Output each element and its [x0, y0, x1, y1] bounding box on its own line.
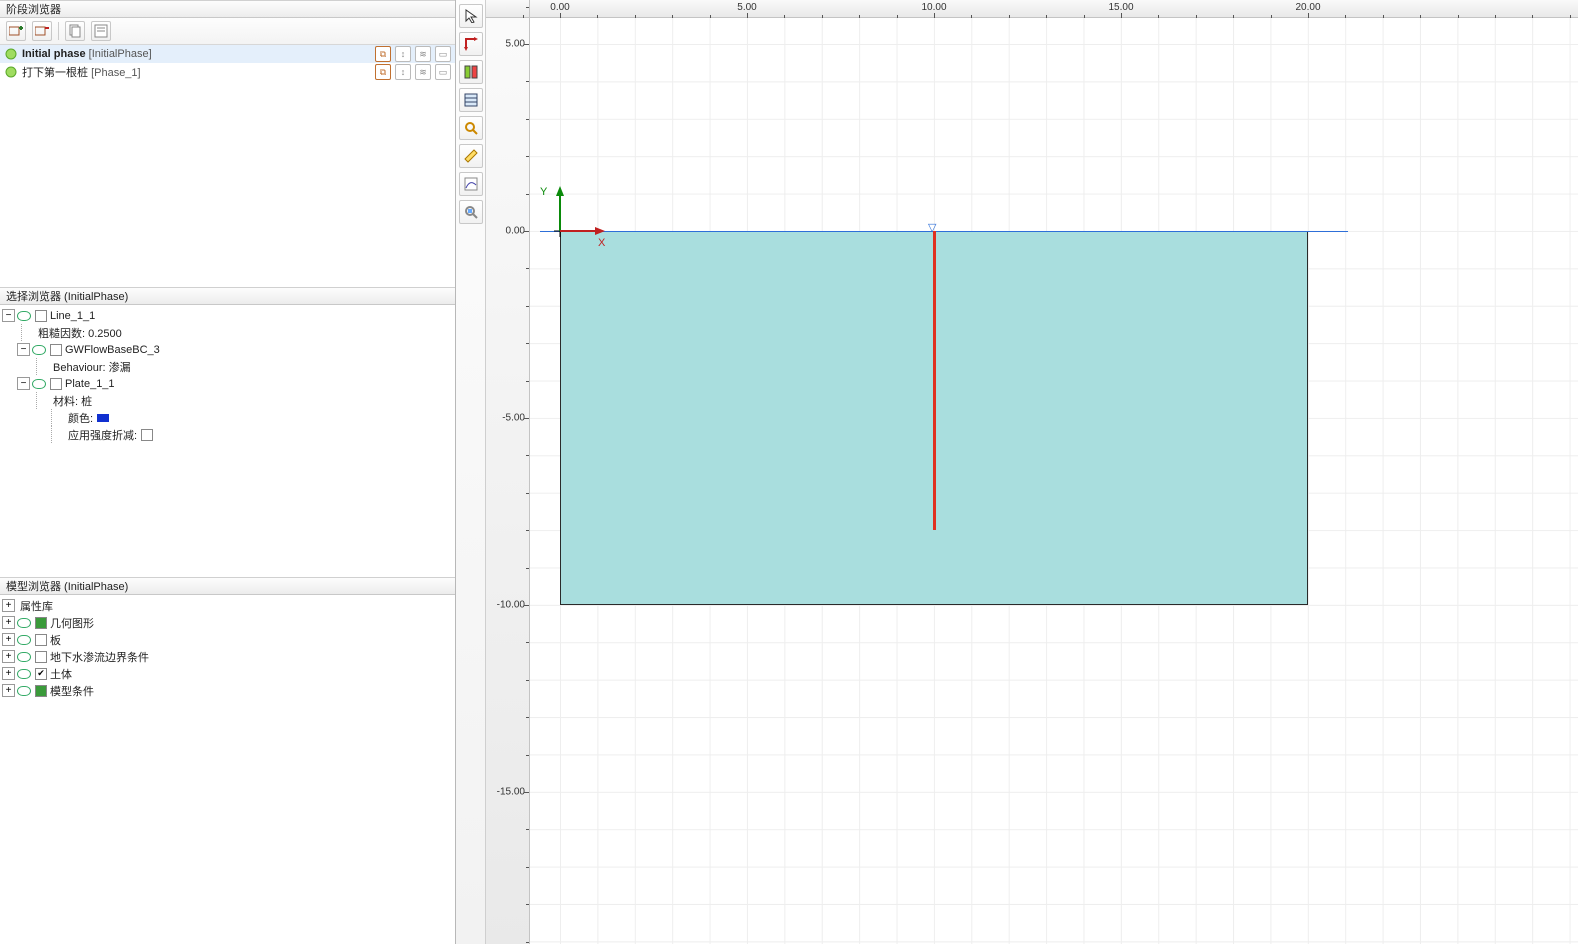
- tree-node-model-conditions[interactable]: + 模型条件: [0, 682, 455, 699]
- phase-btn-uy[interactable]: ↕: [395, 64, 411, 80]
- collapse-icon[interactable]: −: [2, 309, 15, 322]
- toggle-tool-button[interactable]: [459, 60, 483, 84]
- phase-btn-uy[interactable]: ↕: [395, 46, 411, 62]
- activate-checkbox[interactable]: [35, 617, 47, 629]
- tree-node-material[interactable]: 材料: 桩: [0, 392, 455, 409]
- preview-tool-button[interactable]: [459, 200, 483, 224]
- viewport[interactable]: ▽ Y X: [530, 18, 1578, 944]
- tree-node-behaviour[interactable]: Behaviour: 渗漏: [0, 358, 455, 375]
- select-tool-button[interactable]: [459, 4, 483, 28]
- activate-checkbox[interactable]: [50, 378, 62, 390]
- left-column: 阶段浏览器 Initial phase [InitialPhase] ⧉ ↕ ≋…: [0, 0, 456, 944]
- add-phase-button[interactable]: [6, 21, 26, 41]
- visibility-icon[interactable]: [17, 311, 31, 321]
- collapse-icon[interactable]: −: [17, 343, 30, 356]
- tree-node-plate[interactable]: − Plate_1_1: [0, 375, 455, 392]
- visibility-icon[interactable]: [32, 345, 46, 355]
- phase-btn-calc[interactable]: ⧉: [375, 64, 391, 80]
- phase-list[interactable]: Initial phase [InitialPhase] ⧉ ↕ ≋ ▭ 打下第…: [0, 45, 455, 287]
- model-browser-title: 模型浏览器 (InitialPhase): [0, 577, 455, 595]
- vertical-ruler: 5.000.00-5.00-10.00-15.00: [486, 18, 530, 944]
- curve-tool-button[interactable]: [459, 172, 483, 196]
- y-axis-label: Y: [540, 186, 547, 198]
- expand-icon[interactable]: +: [2, 633, 15, 646]
- visibility-icon[interactable]: [17, 618, 31, 628]
- tree-node-gwflow[interactable]: − GWFlowBaseBC_3: [0, 341, 455, 358]
- visibility-icon[interactable]: [32, 379, 46, 389]
- x-axis-label: X: [598, 237, 605, 249]
- tree-node-roughness[interactable]: 粗糙因数: 0.2500: [0, 324, 455, 341]
- tree-node-groundwater-bc[interactable]: + 地下水渗流边界条件: [0, 648, 455, 665]
- phreatic-line[interactable]: [540, 231, 1348, 232]
- phase-label: 打下第一根桩 [Phase_1]: [18, 64, 375, 80]
- collapse-icon[interactable]: −: [17, 377, 30, 390]
- zoom-tool-button[interactable]: [459, 116, 483, 140]
- tree-node-color[interactable]: 颜色:: [0, 409, 455, 426]
- activate-checkbox[interactable]: [35, 651, 47, 663]
- tree-node-geometry[interactable]: + 几何图形: [0, 614, 455, 631]
- right-column: 0.005.0010.0015.0020.00 5.000.00-5.00-10…: [456, 0, 1578, 944]
- measure-tool-button[interactable]: [459, 144, 483, 168]
- phase-btn-thermal[interactable]: ▭: [435, 46, 451, 62]
- activate-checkbox[interactable]: [35, 685, 47, 697]
- phase-status-icon: [4, 65, 18, 79]
- vertical-toolbar: [456, 0, 486, 944]
- plate-line[interactable]: [933, 231, 936, 530]
- horizontal-ruler: 0.005.0010.0015.0020.00: [530, 0, 1578, 18]
- app-root: 阶段浏览器 Initial phase [InitialPhase] ⧉ ↕ ≋…: [0, 0, 1578, 944]
- activate-checkbox[interactable]: [50, 344, 62, 356]
- phase-browser-title: 阶段浏览器: [0, 0, 455, 18]
- selection-browser-panel: 选择浏览器 (InitialPhase) − Line_1_1 粗糙因数: 0.…: [0, 287, 455, 577]
- expand-icon[interactable]: +: [2, 650, 15, 663]
- color-swatch: [97, 414, 109, 422]
- expand-icon[interactable]: +: [2, 684, 15, 697]
- expand-icon[interactable]: +: [2, 599, 15, 612]
- insert-phase-button[interactable]: [32, 21, 52, 41]
- selection-browser-title: 选择浏览器 (InitialPhase): [0, 287, 455, 305]
- edit-phase-button[interactable]: [91, 21, 111, 41]
- separator: [58, 22, 59, 40]
- phase-status-icon: [4, 47, 18, 61]
- visibility-icon[interactable]: [17, 669, 31, 679]
- phase-row[interactable]: Initial phase [InitialPhase] ⧉ ↕ ≋ ▭: [0, 45, 455, 63]
- drawing-area[interactable]: 0.005.0010.0015.0020.00 5.000.00-5.00-10…: [486, 0, 1578, 944]
- table-tool-button[interactable]: [459, 88, 483, 112]
- tree-node-line[interactable]: − Line_1_1: [0, 307, 455, 324]
- tree-node-strength[interactable]: 应用强度折减:: [0, 426, 455, 443]
- phase-btn-flow[interactable]: ≋: [415, 46, 431, 62]
- phase-row[interactable]: 打下第一根桩 [Phase_1] ⧉ ↕ ≋ ▭: [0, 63, 455, 81]
- activate-checkbox[interactable]: [35, 668, 47, 680]
- model-browser-panel: 模型浏览器 (InitialPhase) + 属性库 + 几何图形 + 板: [0, 577, 455, 944]
- selection-tree[interactable]: − Line_1_1 粗糙因数: 0.2500 − GWFlowBaseBC_3…: [0, 305, 455, 577]
- activate-checkbox[interactable]: [35, 310, 47, 322]
- tree-node-plates[interactable]: + 板: [0, 631, 455, 648]
- phase-label: Initial phase [InitialPhase]: [18, 48, 375, 60]
- activate-checkbox[interactable]: [35, 634, 47, 646]
- phase-btn-thermal[interactable]: ▭: [435, 64, 451, 80]
- tree-node-soil[interactable]: + 土体: [0, 665, 455, 682]
- expand-icon[interactable]: +: [2, 667, 15, 680]
- visibility-icon[interactable]: [17, 652, 31, 662]
- visibility-icon[interactable]: [17, 635, 31, 645]
- pan-tool-button[interactable]: [459, 32, 483, 56]
- axis-arrows: [545, 186, 605, 246]
- tree-node-attributes[interactable]: + 属性库: [0, 597, 455, 614]
- visibility-icon[interactable]: [17, 686, 31, 696]
- phase-btn-calc[interactable]: ⧉: [375, 46, 391, 62]
- phase-btn-flow[interactable]: ≋: [415, 64, 431, 80]
- phase-toolbar: [0, 18, 455, 45]
- phase-browser-panel: 阶段浏览器 Initial phase [InitialPhase] ⧉ ↕ ≋…: [0, 0, 455, 287]
- strength-checkbox[interactable]: [141, 429, 153, 441]
- copy-phase-button[interactable]: [65, 21, 85, 41]
- model-tree[interactable]: + 属性库 + 几何图形 + 板 + 地下水渗流边界条件: [0, 595, 455, 944]
- expand-icon[interactable]: +: [2, 616, 15, 629]
